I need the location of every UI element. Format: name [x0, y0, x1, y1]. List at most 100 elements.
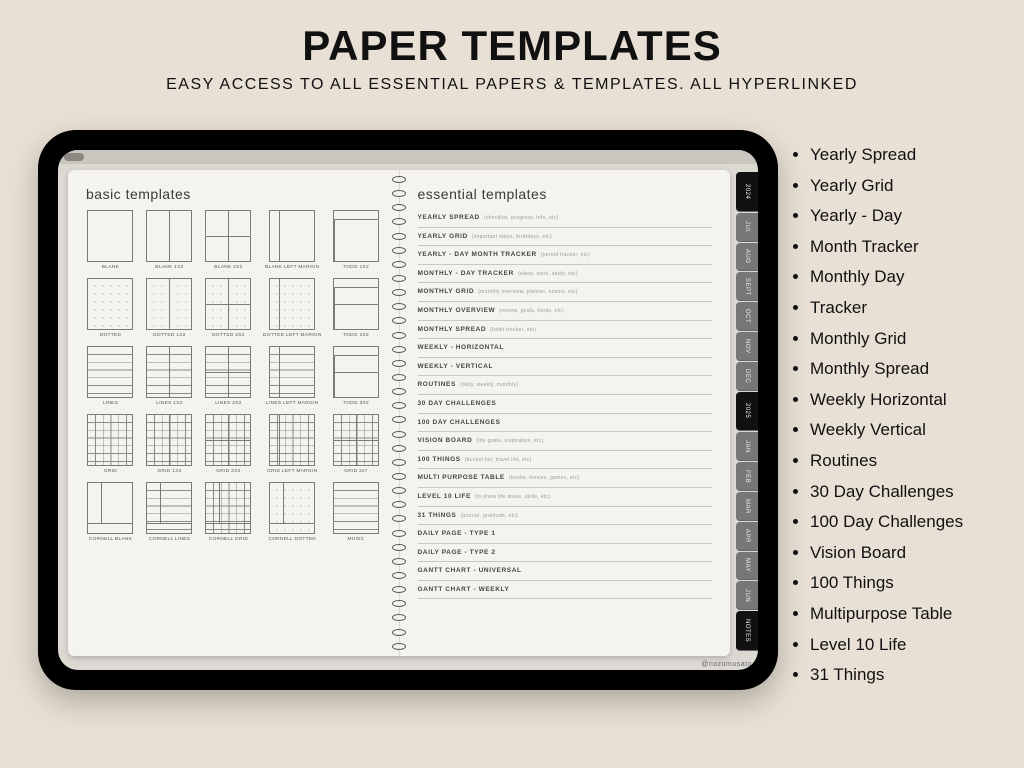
side-tab[interactable]: AUG	[736, 243, 758, 272]
list-separator	[418, 301, 713, 302]
template-thumb[interactable]: CORNELL DOTTED	[263, 482, 322, 542]
side-tab[interactable]: APR	[736, 522, 758, 551]
essential-template-link[interactable]: YEARLY GRID (important dates, birthdays, …	[418, 229, 713, 245]
essential-template-desc: (checklist, progress, info, etc)	[484, 215, 559, 221]
template-thumb-label: LINES 2X2	[215, 401, 241, 406]
essential-template-link[interactable]: YEARLY SPREAD(checklist, progress, info,…	[418, 210, 713, 226]
essential-template-link[interactable]: MULTI PURPOSE TABLE(books, movies, games…	[418, 470, 713, 486]
template-thumb[interactable]: GRID 2x7	[332, 414, 381, 474]
side-tab[interactable]: OCT	[736, 302, 758, 331]
template-thumb-label: LINES	[103, 401, 118, 406]
feature-bullet: Weekly Horizontal	[810, 385, 1010, 416]
essential-template-link[interactable]: DAILY PAGE - TYPE 2	[418, 545, 713, 561]
essential-template-desc: (monthly overview, planner, exams, etc)	[478, 289, 578, 295]
template-thumb-label: LINES 1X2	[156, 401, 182, 406]
feature-bullet-list: Yearly SpreadYearly GridYearly - DayMont…	[792, 140, 1010, 691]
right-page: essential templates YEARLY SPREAD(checkl…	[399, 170, 731, 656]
essential-template-link[interactable]: MONTHLY OVERVIEW(review, goals, foods, e…	[418, 303, 713, 319]
template-thumb-label: MUSIC	[348, 537, 365, 542]
template-thumb[interactable]: CORNELL GRID	[204, 482, 253, 542]
essential-template-link[interactable]: 100 THINGS(bucket list, travel list, etc…	[418, 452, 713, 468]
template-thumb[interactable]: GRID LEFT MARGIN	[263, 414, 322, 474]
side-tab[interactable]: NOTES	[736, 611, 758, 651]
list-separator	[418, 580, 713, 581]
essential-template-link[interactable]: GANTT CHART - UNIVERSAL	[418, 563, 713, 579]
template-thumb[interactable]: BLANK 1X2	[145, 210, 194, 270]
template-thumb[interactable]: GRID 2X2	[204, 414, 253, 474]
template-thumb-preview	[87, 278, 133, 330]
template-thumb-label: TODO 2X2	[343, 333, 369, 338]
essential-template-link[interactable]: YEARLY - DAY MONTH TRACKER(period tracke…	[418, 247, 713, 263]
essential-template-desc: (sleep, work, study, etc)	[518, 271, 578, 277]
essential-template-link[interactable]: 31 THINGS(journal, gratitude, etc)	[418, 508, 713, 524]
essential-template-link[interactable]: WEEKLY - VERTICAL	[418, 359, 713, 375]
side-tab[interactable]: 2025	[736, 392, 758, 432]
side-tab[interactable]: JAN	[736, 432, 758, 461]
template-thumb[interactable]: DOTTED 2X2	[204, 278, 253, 338]
template-thumb[interactable]: BLANK LEFT MARGIN	[263, 210, 322, 270]
template-thumb-preview	[87, 414, 133, 466]
template-thumb-label: DOTTED 1X2	[153, 333, 186, 338]
list-separator	[418, 375, 713, 376]
side-tab[interactable]: JUN	[736, 581, 758, 610]
essential-template-title: DAILY PAGE - TYPE 2	[418, 549, 496, 556]
essential-template-link[interactable]: 100 DAY CHALLENGES	[418, 415, 713, 431]
template-thumb[interactable]: LINES LEFT MARGIN	[263, 346, 322, 406]
template-thumb-preview	[87, 210, 133, 262]
essential-template-title: YEARLY - DAY MONTH TRACKER	[418, 251, 537, 258]
side-tab-strip: 2024JULAUGSEPTOCTNOVDEC2025JANFEBMARAPRM…	[736, 172, 758, 652]
template-thumb[interactable]: DOTTED 1X2	[145, 278, 194, 338]
side-tab[interactable]: NOV	[736, 332, 758, 361]
template-thumb[interactable]: BLANK	[86, 210, 135, 270]
template-thumb[interactable]: BLANK 2X2	[204, 210, 253, 270]
list-separator	[418, 227, 713, 228]
template-thumb-label: DOTTED 2X2	[212, 333, 245, 338]
page-title: PAPER TEMPLATES	[0, 22, 1024, 70]
essential-template-link[interactable]: DAILY PAGE - TYPE 1	[418, 526, 713, 542]
template-thumb[interactable]: DOTTED LEFT MARGIN	[263, 278, 322, 338]
template-thumb[interactable]: TODO 2X2	[332, 278, 381, 338]
template-thumb-label: CORNELL LINES	[149, 537, 191, 542]
template-thumb[interactable]: TODO 1X2	[332, 210, 381, 270]
essential-template-link[interactable]: MONTHLY SPREAD(habit tracker, etc)	[418, 322, 713, 338]
essential-template-title: YEARLY GRID	[418, 233, 468, 240]
basic-template-grid: BLANKBLANK 1X2BLANK 2X2 BLANK LEFT MARGIN…	[86, 210, 381, 542]
template-thumb-label: GRID 1X2	[157, 469, 181, 474]
side-tab[interactable]: 2024	[736, 172, 758, 212]
template-thumb[interactable]: LINES 1X2	[145, 346, 194, 406]
template-thumb[interactable]: MUSIC	[332, 482, 381, 542]
template-thumb-label: BLANK LEFT MARGIN	[265, 265, 319, 270]
essential-template-desc: (important dates, birthdays, etc)	[472, 234, 552, 240]
essential-template-link[interactable]: WEEKLY - HORIZONTAL	[418, 340, 713, 356]
essential-template-link[interactable]: GANTT CHART - WEEKLY	[418, 582, 713, 598]
essential-template-title: 100 THINGS	[418, 456, 461, 463]
side-tab[interactable]: MAR	[736, 492, 758, 521]
left-page: basic templates BLANKBLANK 1X2BLANK 2X2B…	[68, 170, 399, 656]
template-thumb[interactable]: CORNELL LINES	[145, 482, 194, 542]
template-thumb-preview	[333, 278, 379, 330]
essential-template-desc: (journal, gratitude, etc)	[461, 513, 519, 519]
essential-template-desc: (review, goals, foods, etc)	[499, 308, 564, 314]
essential-template-desc: (to know life areas, skills, etc)	[475, 494, 550, 500]
template-thumb[interactable]: DOTTED	[86, 278, 135, 338]
side-tab[interactable]: DEC	[736, 362, 758, 391]
list-separator	[418, 524, 713, 525]
template-thumb-preview	[333, 210, 379, 262]
side-tab[interactable]: MAY	[736, 552, 758, 581]
essential-template-link[interactable]: MONTHLY GRID(monthly overview, planner, …	[418, 284, 713, 300]
essential-template-link[interactable]: ROUTINES(daily, weekly, monthly)	[418, 377, 713, 393]
side-tab[interactable]: JUL	[736, 213, 758, 242]
template-thumb[interactable]: LINES	[86, 346, 135, 406]
side-tab[interactable]: SEPT	[736, 272, 758, 301]
template-thumb[interactable]: CORNELL BLANK	[86, 482, 135, 542]
essential-template-link[interactable]: LEVEL 10 LIFE(to know life areas, skills…	[418, 489, 713, 505]
essential-template-link[interactable]: 30 DAY CHALLENGES	[418, 396, 713, 412]
template-thumb[interactable]: TODO 3X2	[332, 346, 381, 406]
essential-template-link[interactable]: VISION BOARD(life goals, inspiration, et…	[418, 433, 713, 449]
essential-template-link[interactable]: MONTHLY - DAY TRACKER(sleep, work, study…	[418, 266, 713, 282]
template-thumb[interactable]: GRID 1X2	[145, 414, 194, 474]
feature-bullet: Level 10 Life	[810, 630, 1010, 661]
template-thumb[interactable]: GRID	[86, 414, 135, 474]
side-tab[interactable]: FEB	[736, 462, 758, 491]
template-thumb[interactable]: LINES 2X2	[204, 346, 253, 406]
